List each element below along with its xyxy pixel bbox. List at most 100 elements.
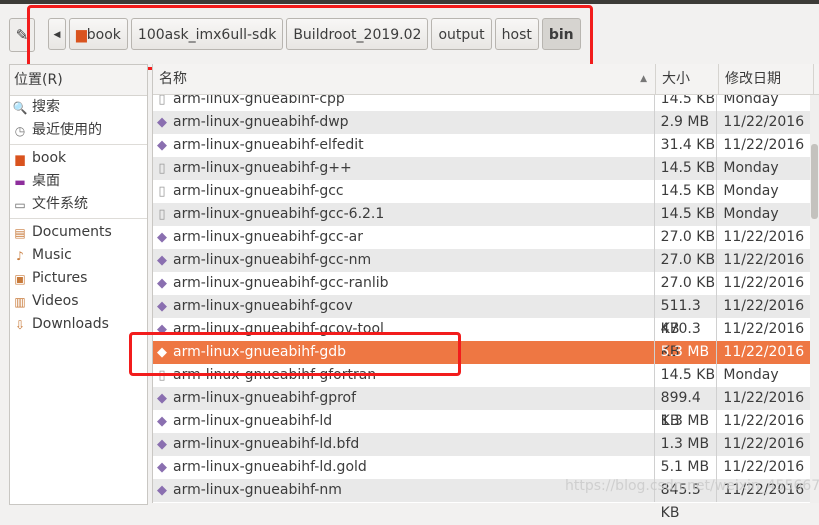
file-row[interactable]: ▯ arm-linux-gnueabihf-g++ 14.5 KB Monday <box>153 157 811 180</box>
file-size: 14.5 KB <box>653 157 717 180</box>
file-name: arm-linux-gnueabihf-gcc-nm <box>173 252 372 268</box>
watermark: https://blog.csdn.net/weixin_45566765 <box>565 478 819 494</box>
sidebar-item-downloads[interactable]: ⇩ Downloads <box>10 313 147 336</box>
sidebar-item-pictures[interactable]: ▣ Pictures <box>10 267 147 290</box>
sidebar-item-label: Downloads <box>32 316 109 332</box>
file-modified: 11/22/2016 <box>716 134 811 157</box>
file-size: 5.3 MB <box>653 341 717 364</box>
file-name-cell: ◆ arm-linux-gnueabihf-gprof <box>153 387 654 410</box>
pictures-folder-icon: ▣ <box>14 271 26 286</box>
file-modified: 11/22/2016 <box>716 295 811 318</box>
file-size: 27.0 KB <box>653 272 717 295</box>
text-file-icon: ▯ <box>158 160 166 176</box>
file-name-cell: ◆ arm-linux-gnueabihf-gcc-ar <box>153 226 654 249</box>
executable-icon: ◆ <box>157 229 167 245</box>
scrollbar-thumb[interactable] <box>811 144 818 219</box>
sidebar-item-label: 文件系统 <box>32 196 88 212</box>
file-name-cell: ◆ arm-linux-gnueabihf-gcc-ranlib <box>153 272 654 295</box>
home-folder-icon: ▆ <box>15 151 25 166</box>
text-file-icon: ▯ <box>158 206 166 222</box>
file-row[interactable]: ◆ arm-linux-gnueabihf-gprof 899.4 KB 11/22/… <box>153 387 811 429</box>
file-name: arm-linux-gnueabihf-gcc <box>173 183 344 199</box>
file-modified: 11/22/2016 <box>716 318 811 341</box>
annotation-box-path <box>27 5 593 70</box>
sidebar-item-label: book <box>32 150 67 166</box>
file-size: 899.4 KB <box>653 387 717 429</box>
file-modified: 11/22/2016 <box>716 387 811 410</box>
file-row[interactable]: ◆ arm-linux-gnueabihf-ld 1.3 MB 11/22/2016 <box>153 410 811 433</box>
column-header-modified[interactable]: 修改日期 <box>719 64 814 94</box>
file-size: 2.9 MB <box>653 111 717 134</box>
column-header-name[interactable]: 名称 ▲ <box>153 64 656 94</box>
executable-icon: ◆ <box>157 298 167 314</box>
executable-icon: ◆ <box>157 459 167 475</box>
scrollbar[interactable] <box>810 64 819 503</box>
downloads-folder-icon: ⇩ <box>14 317 26 332</box>
executable-icon: ◆ <box>157 114 167 130</box>
file-name-cell: ◆ arm-linux-gnueabihf-dwp <box>153 111 654 134</box>
file-modified: 11/22/2016 <box>716 272 811 295</box>
file-name: arm-linux-gnueabihf-ld <box>173 413 333 429</box>
file-name-cell: ▯ arm-linux-gnueabihf-gcc <box>153 180 654 203</box>
column-header-size[interactable]: 大小 <box>656 64 719 94</box>
file-size: 31.4 KB <box>653 134 717 157</box>
file-size: 1.3 MB <box>653 433 717 456</box>
file-name-cell: ◆ arm-linux-gnueabihf-gcc-nm <box>153 249 654 272</box>
file-row[interactable]: ▯ arm-linux-gnueabihf-gcc 14.5 KB Monday <box>153 180 811 203</box>
file-modified: 11/22/2016 <box>716 456 811 479</box>
sort-ascending-icon: ▲ <box>640 74 647 84</box>
file-size: 14.5 KB <box>653 203 717 226</box>
executable-icon: ◆ <box>157 275 167 291</box>
sidebar-item-桌面[interactable]: ▬ 桌面 <box>10 170 147 193</box>
file-modified: 11/22/2016 <box>716 433 811 456</box>
file-modified: 11/22/2016 <box>716 111 811 134</box>
desktop-icon: ▬ <box>14 174 26 189</box>
file-name: arm-linux-gnueabihf-ld.bfd <box>173 436 360 452</box>
sidebar-item-最近使用的[interactable]: ◷ 最近使用的 <box>10 119 147 142</box>
file-row[interactable]: ◆ arm-linux-gnueabihf-ld.bfd 1.3 MB 11/22/2… <box>153 433 811 456</box>
file-size: 470.3 KB <box>653 318 717 360</box>
sidebar-item-music[interactable]: ♪ Music <box>10 244 147 267</box>
file-row[interactable]: ◆ arm-linux-gnueabihf-gcc-ar 27.0 KB 11/22/… <box>153 226 811 249</box>
music-folder-icon: ♪ <box>16 248 24 263</box>
executable-icon: ◆ <box>157 436 167 452</box>
file-modified: Monday <box>716 157 811 180</box>
executable-icon: ◆ <box>157 390 167 406</box>
executable-icon: ◆ <box>157 137 167 153</box>
file-name-cell: ◆ arm-linux-gnueabihf-ld.gold <box>153 456 654 479</box>
file-modified: Monday <box>716 180 811 203</box>
clock-icon: ◷ <box>14 123 26 138</box>
sidebar-item-videos[interactable]: ▥ Videos <box>10 290 147 313</box>
file-size: 27.0 KB <box>653 249 717 272</box>
sidebar-separator <box>10 144 147 145</box>
file-row[interactable]: ◆ arm-linux-gnueabihf-gcov 511.3 KB 11/22/2… <box>153 295 811 337</box>
sidebar-item-label: Documents <box>32 224 112 240</box>
sidebar-item-documents[interactable]: ▤ Documents <box>10 221 147 244</box>
search-icon: 🔍 <box>12 100 28 115</box>
executable-icon: ◆ <box>157 413 167 429</box>
file-row[interactable]: ◆ arm-linux-gnueabihf-gcc-nm 27.0 KB 11/22/… <box>153 249 811 272</box>
file-row[interactable]: ◆ arm-linux-gnueabihf-dwp 2.9 MB 11/22/2016 <box>153 111 811 134</box>
file-name-cell: ◆ arm-linux-gnueabihf-elfedit <box>153 134 654 157</box>
file-size: 27.0 KB <box>653 226 717 249</box>
sidebar-item-label: Music <box>32 247 72 263</box>
file-row[interactable]: ◆ arm-linux-gnueabihf-gcc-ranlib 27.0 KB 11… <box>153 272 811 295</box>
title-bar <box>0 0 819 4</box>
file-row[interactable]: ◆ arm-linux-gnueabihf-elfedit 31.4 KB 11/22… <box>153 134 811 157</box>
file-size: 5.1 MB <box>653 456 717 479</box>
file-size: 14.5 KB <box>653 364 717 387</box>
sidebar-item-label: 最近使用的 <box>32 122 102 138</box>
file-row[interactable]: ▯ arm-linux-gnueabihf-gcc-6.2.1 14.5 KB Mon… <box>153 203 811 226</box>
file-row[interactable]: ◆ arm-linux-gnueabihf-ld.gold 5.1 MB 11/22/… <box>153 456 811 479</box>
sidebar-item-文件系统[interactable]: ▭ 文件系统 <box>10 193 147 216</box>
file-name-cell: ▯ arm-linux-gnueabihf-g++ <box>153 157 654 180</box>
file-name: arm-linux-gnueabihf-gcc-6.2.1 <box>173 206 385 222</box>
sidebar-item-搜索[interactable]: 🔍 搜索 <box>10 96 147 119</box>
file-name-cell: ◆ arm-linux-gnueabihf-gcov <box>153 295 654 318</box>
file-modified: Monday <box>716 364 811 387</box>
sidebar-item-label: 桌面 <box>32 173 60 189</box>
file-list: ▯ arm-linux-gnueabihf-cpp 14.5 KB Monday ◆ ar… <box>152 64 819 521</box>
sidebar-item-label: Pictures <box>32 270 88 286</box>
sidebar-item-book[interactable]: ▆ book <box>10 147 147 170</box>
annotation-box-gdb <box>129 332 461 376</box>
